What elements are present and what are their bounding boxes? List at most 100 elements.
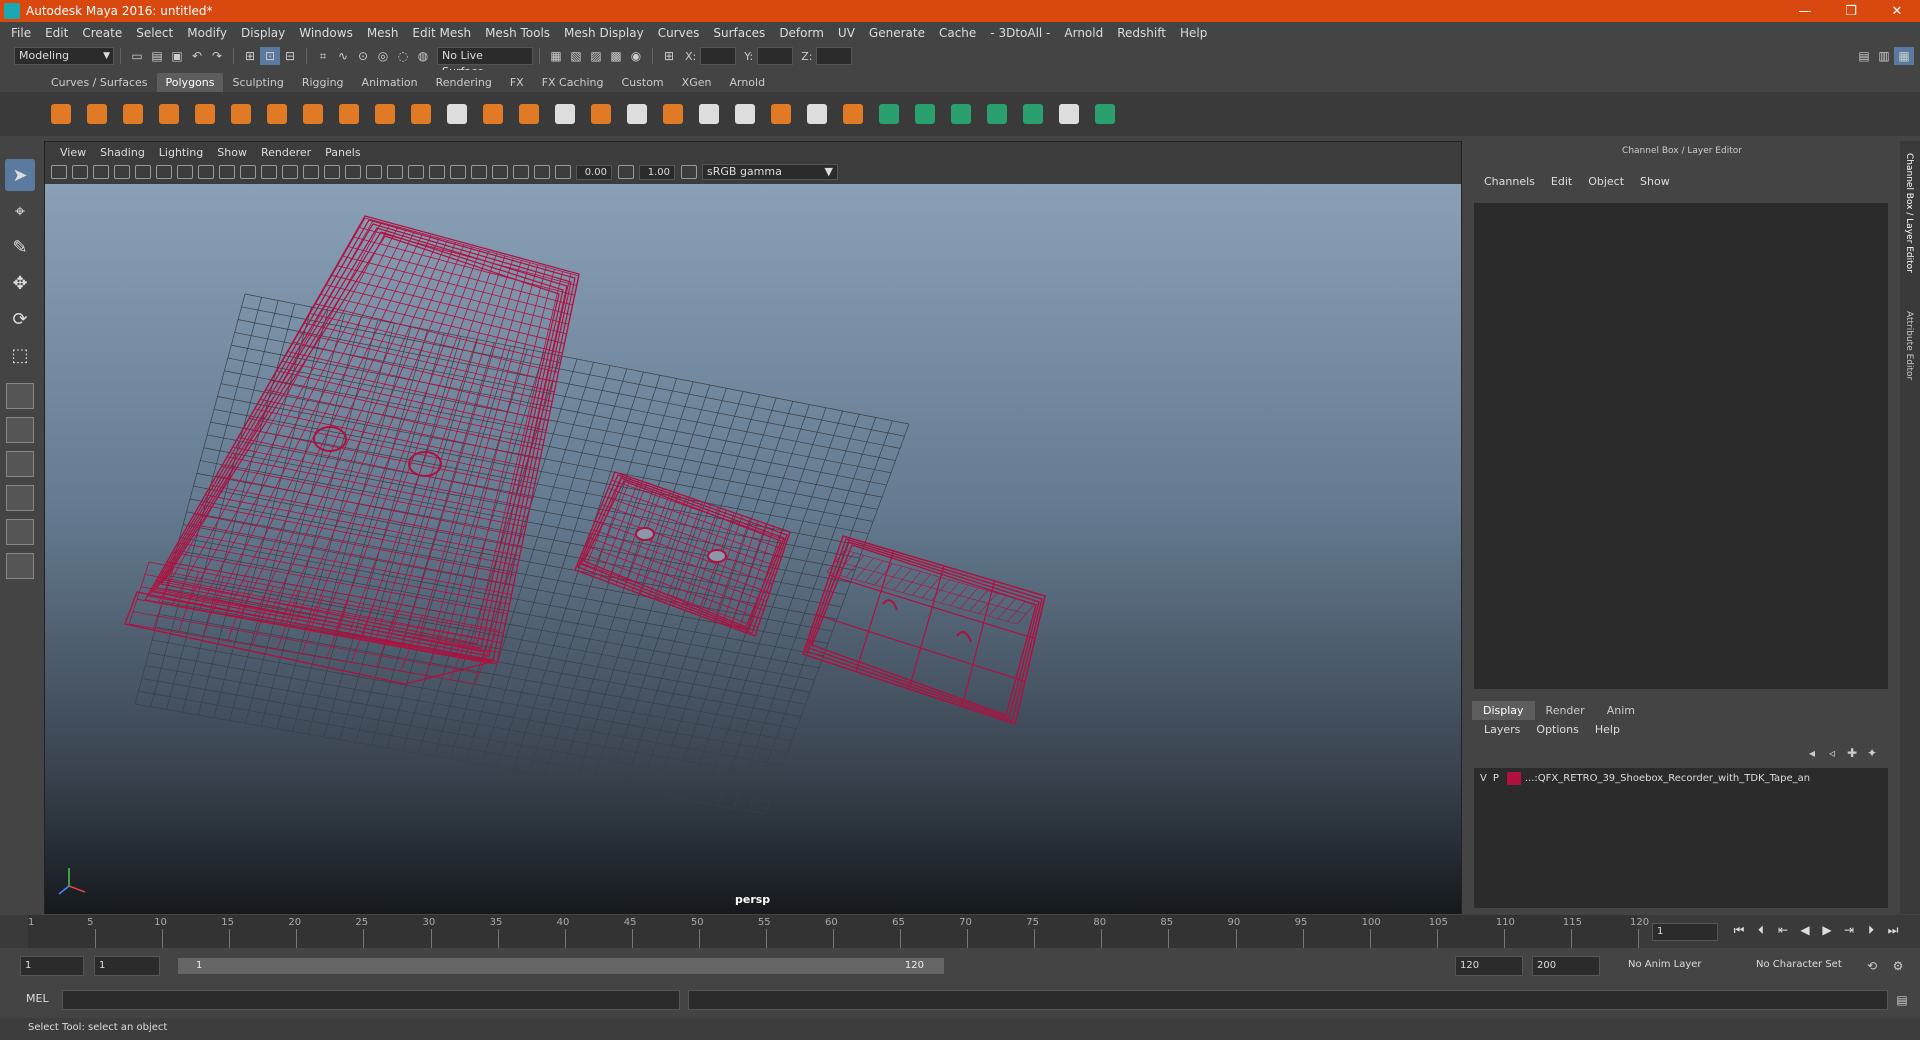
ipr-render-icon[interactable]: ▨ xyxy=(586,47,606,65)
mode-dropdown[interactable]: Modeling ▼ xyxy=(14,47,114,65)
image-plane-icon[interactable] xyxy=(114,165,130,179)
minimize-button[interactable]: — xyxy=(1782,0,1828,22)
camera-attributes-icon[interactable] xyxy=(72,165,88,179)
hypershade-icon[interactable]: ◉ xyxy=(626,47,646,65)
single-pane-layout-icon[interactable] xyxy=(6,383,34,409)
resolution-gate-icon[interactable] xyxy=(219,165,235,179)
channel-box-toggle-icon[interactable]: ▦ xyxy=(1894,47,1914,65)
separate-icon[interactable] xyxy=(370,99,400,129)
snap-surface-icon[interactable]: ◌ xyxy=(393,47,413,65)
lasso-tool-icon[interactable]: ⌖ xyxy=(5,195,35,227)
mel-label[interactable]: MEL xyxy=(26,992,49,1005)
channel-box-body[interactable] xyxy=(1474,203,1888,689)
menu-mesh-display[interactable]: Mesh Display xyxy=(557,26,651,40)
fill-hole-icon[interactable] xyxy=(802,99,832,129)
new-layer-selected-icon[interactable]: ✦ xyxy=(1862,744,1882,762)
anim-layer-dropdown[interactable]: No Anim Layer xyxy=(1624,956,1726,976)
step-forward-key-icon[interactable]: ⇥ xyxy=(1838,923,1860,938)
menu-redshift[interactable]: Redshift xyxy=(1110,26,1173,40)
scale-tool-icon[interactable]: ⬚ xyxy=(5,339,35,371)
go-to-start-icon[interactable]: ⏮ xyxy=(1728,923,1750,938)
snap-curve-icon[interactable]: ∿ xyxy=(333,47,353,65)
attribute-editor-toggle-icon[interactable]: ▥ xyxy=(1874,47,1894,65)
viewport-canvas[interactable] xyxy=(45,184,1461,914)
live-surface-field[interactable]: No Live Surface xyxy=(437,47,533,78)
planar-map-icon[interactable] xyxy=(874,99,904,129)
auto-key-icon[interactable]: ⟲ xyxy=(1862,957,1882,975)
gamma-input[interactable]: 1.00 xyxy=(639,164,675,180)
select-object-icon[interactable]: ⊡ xyxy=(260,47,280,65)
layer-tab-render[interactable]: Render xyxy=(1535,701,1596,720)
xray-joints-icon[interactable] xyxy=(534,165,550,179)
undo-icon[interactable]: ↶ xyxy=(187,47,207,65)
shelf-tab-fx[interactable]: FX xyxy=(501,73,533,92)
viewport-menu-lighting[interactable]: Lighting xyxy=(152,146,210,159)
grease-pencil-icon[interactable] xyxy=(156,165,172,179)
snap-grid-icon[interactable]: ⌗ xyxy=(313,47,333,65)
insert-edge-loop-icon[interactable] xyxy=(694,99,724,129)
render-view-icon[interactable]: ▦ xyxy=(546,47,566,65)
shelf-tab-custom[interactable]: Custom xyxy=(613,73,673,92)
menu-deform[interactable]: Deform xyxy=(772,26,831,40)
render-current-icon[interactable]: ▧ xyxy=(566,47,586,65)
redo-icon[interactable]: ↷ xyxy=(207,47,227,65)
outliner-layout-icon[interactable] xyxy=(6,485,34,511)
textured-icon[interactable] xyxy=(366,165,382,179)
boolean-icon[interactable] xyxy=(478,99,508,129)
shelf-tab-sculpting[interactable]: Sculpting xyxy=(223,73,292,92)
bookmarks-icon[interactable] xyxy=(93,165,109,179)
move-layer-down-icon[interactable]: ◃ xyxy=(1822,744,1842,762)
menu-create[interactable]: Create xyxy=(75,26,129,40)
offset-edge-loop-icon[interactable] xyxy=(730,99,760,129)
two-d-pan-icon[interactable] xyxy=(135,165,151,179)
channel-menu-channels[interactable]: Channels xyxy=(1476,175,1543,188)
poly-plane-icon[interactable] xyxy=(190,99,220,129)
film-gate-icon[interactable] xyxy=(198,165,214,179)
shoebox-recorder-wireframe[interactable] xyxy=(124,215,580,685)
layer-menu-help[interactable]: Help xyxy=(1587,723,1628,736)
smooth-icon[interactable] xyxy=(442,99,472,129)
menu-cache[interactable]: Cache xyxy=(932,26,983,40)
open-scene-icon[interactable]: ▤ xyxy=(147,47,167,65)
shelf-tab-xgen[interactable]: XGen xyxy=(673,73,721,92)
layer-playback-toggle[interactable]: P xyxy=(1493,773,1499,784)
shadows-icon[interactable] xyxy=(408,165,424,179)
step-back-key-icon[interactable]: ⇤ xyxy=(1772,923,1794,938)
time-ticks[interactable]: 1 5 10 15 20 25 30 35 40 45 50 55 60 65 70 75 80 85 90 95 1… xyxy=(28,915,1649,948)
snap-point-icon[interactable]: ⊙ xyxy=(353,47,373,65)
layer-tab-anim[interactable]: Anim xyxy=(1596,701,1646,720)
mirror-icon[interactable] xyxy=(514,99,544,129)
shelf-tab-animation[interactable]: Animation xyxy=(353,73,427,92)
menu-generate[interactable]: Generate xyxy=(862,26,932,40)
select-tool-icon[interactable]: ➤ xyxy=(5,159,35,191)
menu-display[interactable]: Display xyxy=(234,26,292,40)
y-input[interactable] xyxy=(757,47,794,65)
snap-live-icon[interactable]: ◍ xyxy=(413,47,433,65)
layout-uv-icon[interactable] xyxy=(1090,99,1120,129)
layout-icon[interactable]: ▤ xyxy=(1854,47,1874,65)
time-slider[interactable]: 1 5 10 15 20 25 30 35 40 45 50 55 60 65 70 75 80 85 90 95 1… xyxy=(0,915,1920,948)
exposure-input[interactable]: 0.00 xyxy=(576,164,612,180)
menu-surfaces[interactable]: Surfaces xyxy=(706,26,772,40)
viewport-menu-renderer[interactable]: Renderer xyxy=(254,146,318,159)
channel-menu-edit[interactable]: Edit xyxy=(1543,175,1580,188)
viewport-menu-panels[interactable]: Panels xyxy=(318,146,367,159)
xray-icon[interactable] xyxy=(513,165,529,179)
snap-view-icon[interactable]: ◎ xyxy=(373,47,393,65)
mel-input[interactable] xyxy=(62,990,680,1010)
menu-modify[interactable]: Modify xyxy=(180,26,234,40)
safe-action-icon[interactable] xyxy=(282,165,298,179)
x-input[interactable] xyxy=(700,47,737,65)
merge-icon[interactable] xyxy=(838,99,868,129)
poly-torus-icon[interactable] xyxy=(226,99,256,129)
current-frame-input[interactable]: 1 xyxy=(1652,923,1718,941)
poly-cone-icon[interactable] xyxy=(154,99,184,129)
step-back-frame-icon[interactable]: ⏴ xyxy=(1750,923,1772,938)
menu-uv[interactable]: UV xyxy=(831,26,862,40)
z-input[interactable] xyxy=(816,47,853,65)
maximize-button[interactable]: ❐ xyxy=(1828,0,1874,22)
isolate-select-icon[interactable] xyxy=(492,165,508,179)
end-time-input[interactable]: 200 xyxy=(1532,956,1600,976)
go-to-end-icon[interactable]: ⏭ xyxy=(1882,923,1904,938)
channel-menu-object[interactable]: Object xyxy=(1580,175,1632,188)
